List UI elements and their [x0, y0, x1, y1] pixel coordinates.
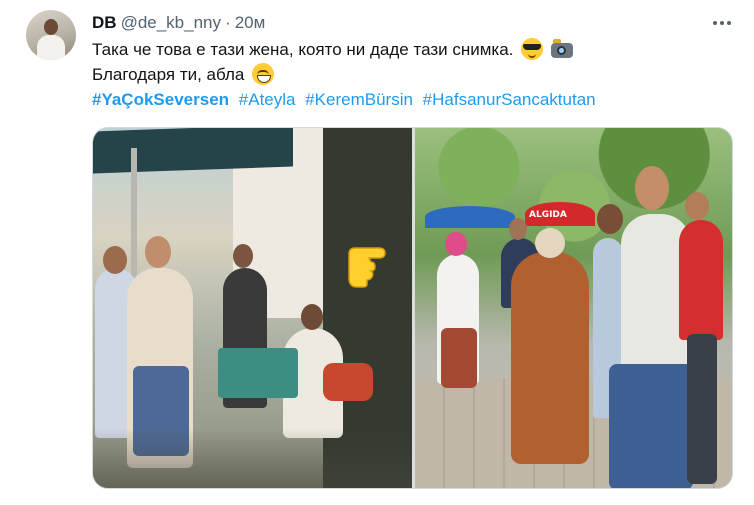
- tweet-timestamp[interactable]: 20м: [235, 13, 266, 33]
- media-grid: ALGIDA: [92, 127, 733, 489]
- tweet-text-line-1: Така че това е тази жена, която ни даде …: [92, 38, 573, 62]
- avatar-figure-body: [37, 35, 65, 60]
- photo-jeans: [609, 364, 693, 488]
- author-handle[interactable]: @de_kb_nny: [121, 13, 221, 33]
- photo-person-head: [597, 204, 623, 234]
- avatar-figure-head: [44, 19, 58, 35]
- tweet-text-line-2: Благодаря ти, абла: [92, 63, 275, 87]
- photo-red-trousers: [441, 328, 477, 388]
- photo-person-head: [635, 166, 669, 210]
- hashtag-link[interactable]: #YaÇokSeversen: [92, 90, 229, 109]
- camera-flash-icon: [550, 39, 573, 58]
- photo-market-street[interactable]: ALGIDA: [415, 128, 732, 488]
- photo-person-head: [233, 244, 253, 268]
- photo-person-headscarf: [535, 228, 565, 258]
- photo-person-head: [509, 218, 527, 240]
- photo-person-red-shirt: [679, 220, 723, 340]
- photo-person-head: [145, 236, 171, 268]
- hashtag-link[interactable]: #KeremBürsin: [305, 90, 413, 109]
- photo-awning: [93, 128, 293, 174]
- pointing-hand-icon: [348, 247, 386, 288]
- photo-foreground-blur: [93, 428, 412, 488]
- photo-cafe-chair: [218, 348, 298, 398]
- photo-cafe-street[interactable]: [93, 128, 412, 488]
- tweet-header: DB @de_kb_nny · 20м: [92, 12, 265, 34]
- photo-person-brown-dress: [511, 252, 589, 464]
- photo-bicycle-basket: [323, 363, 373, 401]
- hashtag-link[interactable]: #HafsanurSancaktutan: [423, 90, 596, 109]
- more-dot: [720, 21, 724, 25]
- photo-person-head: [301, 304, 323, 330]
- photo-person-pink-cap: [445, 232, 467, 256]
- tweet-text: Така че това е тази жена, която ни даде …: [92, 40, 514, 59]
- hashtag-list: #YaÇokSeversen #Ateyla #KeremBürsin #Haf…: [92, 88, 601, 112]
- photo-person-head: [685, 192, 709, 220]
- tweet[interactable]: DB @de_kb_nny · 20м Така че това е тази …: [0, 0, 754, 505]
- hashtag-link[interactable]: #Ateyla: [239, 90, 296, 109]
- grinning-face-icon: [252, 63, 275, 85]
- tweet-text: Благодаря ти, абла: [92, 65, 245, 84]
- header-separator: ·: [225, 13, 231, 32]
- more-options-icon[interactable]: [708, 10, 736, 36]
- photo-person-head: [103, 246, 127, 274]
- more-dot: [713, 21, 717, 25]
- photo-blue-umbrella: [425, 206, 515, 228]
- author-name[interactable]: DB: [92, 13, 117, 33]
- photo-umbrella-sign: ALGIDA: [529, 210, 567, 220]
- photo-dark-trousers: [687, 334, 717, 484]
- sunglasses-face-icon: [521, 38, 544, 60]
- more-dot: [727, 21, 731, 25]
- avatar[interactable]: [26, 10, 76, 60]
